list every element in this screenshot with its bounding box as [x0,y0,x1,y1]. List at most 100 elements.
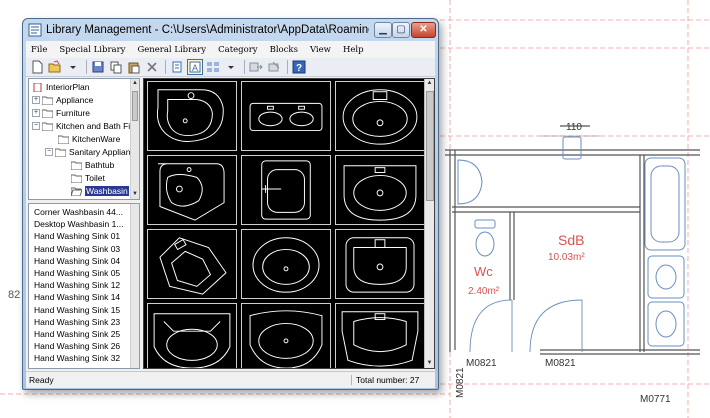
room-area-wc: 2.40m² [468,286,500,297]
block-list-item[interactable]: Hand Washing Sink 32 [34,352,120,364]
tree-item-sanitary-appliance[interactable]: − Sanitary Applian [45,146,130,158]
open-icon[interactable] [47,59,63,75]
new-icon[interactable] [29,59,45,75]
insert-icon[interactable] [248,59,264,75]
title-bar[interactable]: Library Management - C:\Users\Administra… [23,19,438,41]
menu-general-library[interactable]: General Library [132,45,213,55]
washbasin-preview-icon [249,102,323,132]
door-label-m0821-vertical: M0821 [455,367,466,398]
edit-icon[interactable] [266,59,282,75]
block-list-item[interactable]: Hand Washing Sink 05 [34,267,120,279]
preview-cell[interactable] [147,81,237,151]
preview-cell[interactable] [241,155,331,225]
washbasin-preview-icon [261,160,311,220]
folder-icon [42,109,53,118]
block-list-item[interactable]: Hand Washing Sink 25 [34,328,120,340]
folder-icon [55,148,66,157]
preview-cell[interactable] [241,303,331,368]
block-list-item[interactable]: Desktop Washbasin 1... [34,218,123,230]
preview-cell[interactable] [241,229,331,299]
preview-cell[interactable] [335,81,425,151]
expand-icon[interactable]: + [32,109,40,117]
preview-cell[interactable] [241,81,331,151]
tree-item-furniture[interactable]: + Furniture [32,107,90,119]
preview-cell[interactable] [335,229,425,299]
collapse-icon[interactable]: − [32,122,40,130]
menu-special-library[interactable]: Special Library [54,45,132,55]
menu-file[interactable]: File [26,45,54,55]
delete-icon[interactable] [144,59,160,75]
minimize-button[interactable]: ▁ [374,22,392,38]
small-icons-icon[interactable] [169,59,185,75]
preview-cell[interactable] [335,303,425,368]
menu-view[interactable]: View [305,45,338,55]
block-list-item[interactable]: Hand Washing Sink 04 [34,255,120,267]
tree-item-label: InteriorPlan [46,82,90,92]
tree-item-kitchen-and-bath[interactable]: − Kitchen and Bath Fi [32,120,130,132]
washbasin-preview-icon [343,165,417,221]
scroll-down-icon[interactable]: ▼ [131,190,139,199]
tree-item-toilet[interactable]: Toilet [71,172,105,184]
list-scrollbar[interactable] [130,204,139,368]
status-bar: Ready Total number: 27 [26,371,435,388]
block-list-item[interactable]: Hand Washing Sink 15 [34,304,120,316]
washbasin-preview-icon [252,237,320,293]
copy-icon[interactable] [108,59,124,75]
save-icon[interactable] [90,59,106,75]
toolbar-separator [244,60,245,74]
scroll-up-icon[interactable]: ▲ [131,79,139,88]
svg-text:A: A [192,63,198,73]
tree-scrollbar[interactable]: ▲ ▼ [130,79,139,199]
tree-item-bathtub[interactable]: Bathtub [71,159,114,171]
block-list-item[interactable]: Hand Washing Sink 23 [34,316,120,328]
block-list[interactable]: Corner Washbasin 44... Desktop Washbasin … [28,203,140,369]
block-list-item[interactable]: Round Washbasin 40... [34,365,122,368]
menu-blocks[interactable]: Blocks [265,45,305,55]
preview-cell[interactable] [147,229,237,299]
block-list-item[interactable]: Hand Washing Sink 01 [34,230,120,242]
tree-item-label: Toilet [85,173,105,183]
preview-cell[interactable] [147,155,237,225]
washbasin-preview-icon [158,163,225,221]
folder-icon [71,161,82,170]
tree-item-appliance[interactable]: + Appliance [32,94,93,106]
tree-item-label: Furniture [56,108,91,118]
tree-item-kitchenware[interactable]: KitchenWare [58,133,120,145]
tree-item-label: Bathtub [85,160,115,170]
preview-cell[interactable] [335,155,425,225]
block-list-item[interactable]: Hand Washing Sink 14 [34,291,120,303]
collapse-icon[interactable]: − [45,148,53,156]
preview-cell[interactable] [147,303,237,368]
tree-item-label: Kitchen and Bath Fi [56,121,131,131]
menu-category[interactable]: Category [213,45,264,55]
tree-item-washbasin[interactable]: Washbasin [71,185,129,197]
washbasin-preview-icon [342,89,418,145]
preview-scrollbar[interactable]: ▲ ▼ [424,79,434,368]
category-tree[interactable]: InteriorPlan + Appliance + Furniture − K… [28,78,140,200]
maximize-button[interactable]: ▢ [392,22,410,38]
washbasin-preview-icon [341,311,419,367]
scroll-down-icon[interactable]: ▼ [425,359,434,368]
scroll-thumb[interactable] [426,91,434,201]
block-list-item[interactable]: Corner Washbasin 44... [34,206,123,218]
dropdown-icon[interactable] [65,59,81,75]
view-dropdown-icon[interactable] [223,59,239,75]
room-label-wc: Wc [474,264,493,279]
block-list-item[interactable]: Hand Washing Sink 03 [34,243,120,255]
block-list-item[interactable]: Hand Washing Sink 12 [34,279,120,291]
help-icon[interactable]: ? [291,59,307,75]
close-button[interactable]: ✕ [411,22,436,38]
block-list-item[interactable]: Hand Washing Sink 26 [34,340,120,352]
scroll-thumb[interactable] [132,91,138,121]
door-label-m0771: M0771 [640,394,671,405]
view-options-icon[interactable] [205,59,221,75]
scroll-up-icon[interactable]: ▲ [425,79,434,88]
expand-icon[interactable]: + [32,96,40,104]
menu-bar: File Special Library General Library Cat… [26,41,435,58]
tree-item-interiorplan[interactable]: InteriorPlan [32,81,89,93]
block-preview-grid[interactable]: ▲ ▼ [143,78,435,369]
large-icons-icon[interactable]: A [187,59,203,75]
menu-help[interactable]: Help [338,45,371,55]
paste-icon[interactable] [126,59,142,75]
total-count: Total number: 27 [351,375,419,385]
